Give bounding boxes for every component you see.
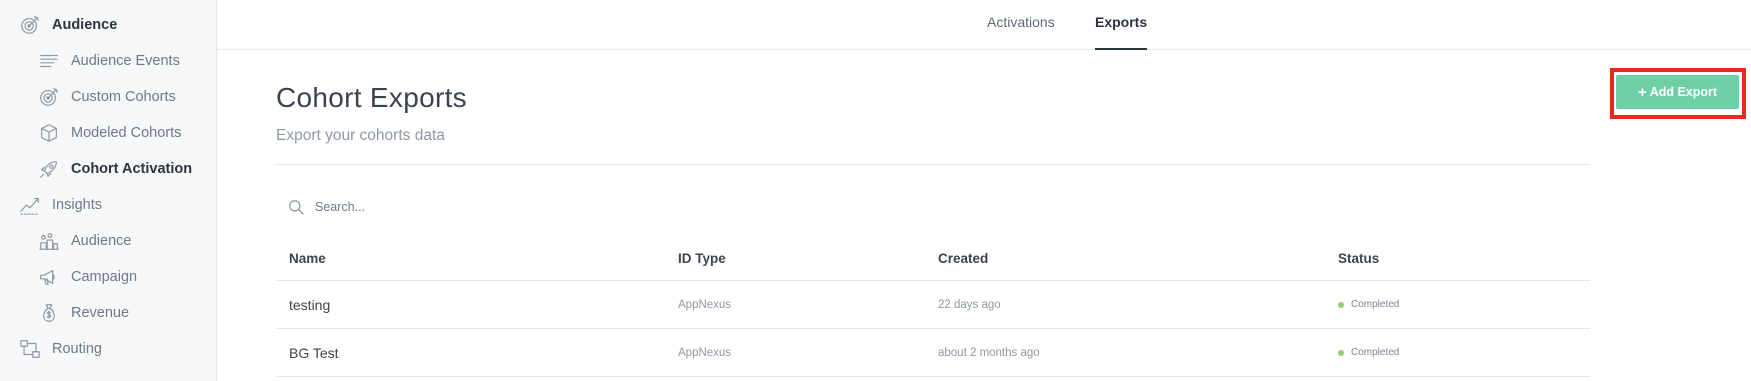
add-export-label: Add Export (1649, 85, 1718, 99)
rocket-icon (37, 157, 61, 181)
row-created: 22 days ago (938, 298, 1001, 311)
status-label: Completed (1351, 347, 1400, 358)
plus-icon: + (1637, 83, 1647, 101)
sidebar-item-label: Audience (71, 233, 132, 249)
target-icon (18, 13, 42, 37)
status-label: Completed (1351, 299, 1400, 310)
sidebar-item-revenue[interactable]: Revenue (37, 299, 129, 327)
row-id-type: AppNexus (678, 298, 732, 311)
money-bag-icon (37, 301, 61, 325)
search-input[interactable] (315, 200, 815, 214)
sidebar-item-routing[interactable]: Routing (18, 335, 102, 363)
page-title: Cohort Exports (276, 82, 467, 113)
column-header-name[interactable]: Name (289, 237, 326, 280)
sidebar-item-audience[interactable]: Audience (18, 11, 117, 39)
row-id-type: AppNexus (678, 346, 732, 359)
add-export-button[interactable]: + Add Export (1616, 75, 1739, 109)
top-tabs: Activations Exports (217, 0, 1751, 50)
sidebar-item-label: Modeled Cohorts (71, 125, 182, 141)
page-subtitle: Export your cohorts data (276, 127, 445, 144)
column-header-created[interactable]: Created (938, 237, 988, 280)
sidebar-item-cohort-activation[interactable]: Cohort Activation (37, 155, 192, 183)
sidebar-item-campaign[interactable]: Campaign (37, 263, 137, 291)
table-row[interactable]: testing AppNexus 22 days ago Completed (276, 281, 1590, 329)
tab-exports[interactable]: Exports (1095, 0, 1148, 50)
status-badge: Completed (1338, 281, 1399, 328)
sidebar-item-label: Cohort Activation (71, 161, 193, 177)
sidebar-item-label: Routing (52, 341, 102, 357)
sidebar-item-custom-cohorts[interactable]: Custom Cohorts (37, 83, 176, 111)
trend-icon (18, 193, 42, 217)
lines-icon (37, 49, 61, 73)
column-header-status[interactable]: Status (1338, 237, 1379, 280)
status-dot-icon (1338, 349, 1344, 356)
header-divider (276, 164, 1590, 165)
target-icon (37, 85, 61, 109)
sidebar-item-label: Insights (52, 197, 102, 213)
row-name[interactable]: testing (289, 281, 330, 328)
people-chart-icon (37, 229, 61, 253)
search-icon (289, 199, 304, 215)
sidebar-item-label: Audience (52, 17, 118, 33)
routing-icon (18, 337, 42, 361)
sidebar-item-label: Custom Cohorts (71, 89, 176, 105)
sidebar-item-insights[interactable]: Insights (18, 191, 102, 219)
column-header-id-type[interactable]: ID Type (678, 237, 726, 280)
status-badge: Completed (1338, 329, 1399, 376)
sidebar: Audience Audience Events Custom Cohorts … (0, 0, 217, 381)
exports-table: Name ID Type Created Status testing AppN… (276, 237, 1590, 377)
sidebar-item-insights-audience[interactable]: Audience (37, 227, 131, 255)
search-bar (288, 196, 888, 218)
sidebar-item-label: Revenue (71, 305, 130, 321)
status-dot-icon (1338, 301, 1344, 308)
sidebar-item-label: Campaign (71, 269, 138, 285)
sidebar-item-label: Audience Events (71, 53, 180, 69)
table-header-row: Name ID Type Created Status (276, 237, 1590, 281)
sidebar-item-audience-events[interactable]: Audience Events (37, 47, 180, 75)
sidebar-item-modeled-cohorts[interactable]: Modeled Cohorts (37, 119, 181, 147)
cube-icon (37, 121, 61, 145)
table-row[interactable]: BG Test AppNexus about 2 months ago Comp… (276, 329, 1590, 377)
megaphone-icon (37, 265, 61, 289)
row-name[interactable]: BG Test (289, 329, 339, 376)
row-created: about 2 months ago (938, 346, 1040, 359)
tab-activations[interactable]: Activations (987, 0, 1055, 50)
